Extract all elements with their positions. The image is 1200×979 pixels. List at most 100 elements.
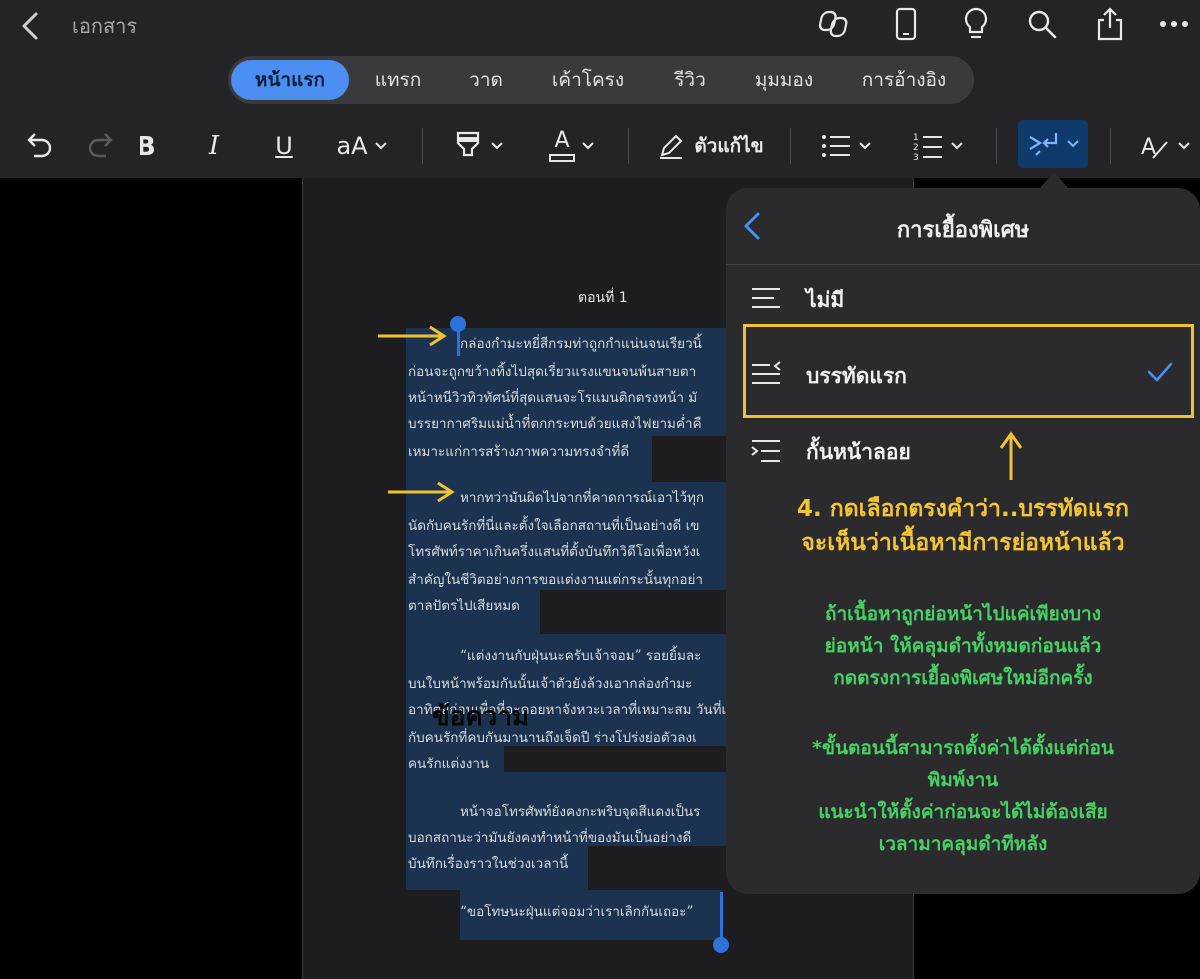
option-hanging[interactable]: กั้นหน้าลอย	[726, 420, 1200, 482]
selection-gap	[588, 846, 728, 892]
redo-icon	[88, 133, 113, 158]
redo-button[interactable]	[78, 120, 126, 172]
step-line: 4. กดเลือกตรงคำว่า..บรรทัดแรก	[797, 496, 1129, 522]
text-line[interactable]: หน้าหนีวิวทิวทัศน์ที่สุดแสนจะโรแมนติกตรง…	[408, 386, 726, 408]
phone-icon	[895, 7, 917, 41]
highlight-button[interactable]	[446, 120, 510, 172]
text-line[interactable]: บันทึกเรื่องราวในช่วงเวลานี้	[408, 852, 588, 874]
font-color-swatch	[549, 154, 575, 162]
popover-title: การเยื้องพิเศษ	[896, 218, 1030, 243]
tab-review[interactable]: รีวิว	[652, 60, 728, 100]
option-hanging-label: กั้นหน้าลอย	[806, 440, 911, 464]
chevron-down-icon	[582, 142, 594, 150]
tab-layout[interactable]: เค้าโครง	[534, 60, 642, 100]
advice-line: เวลามาคลุมดำทีหลัง	[878, 833, 1048, 855]
highlighter-icon	[456, 131, 480, 157]
search-icon	[1028, 10, 1057, 39]
tip-line: กดตรงการเยื้องพิเศษใหม่อีกครั้ง	[833, 667, 1093, 689]
hanging-indent-icon	[751, 440, 780, 462]
selection-gap	[652, 436, 728, 482]
special-indent-button[interactable]	[1018, 120, 1088, 168]
annotation-arrow-icon	[378, 325, 447, 347]
back-button[interactable]	[14, 6, 50, 46]
text-line[interactable]: นัดกับคนรักที่นี่และตั้งใจเลือกสถานที่เป…	[408, 514, 726, 536]
formatting-toolbar: B I U aA A ตัวแก้ไข 1 2 3 A	[0, 120, 1200, 176]
editor-button[interactable]: ตัวแก้ไข	[652, 120, 768, 172]
chevron-down-icon	[859, 142, 871, 150]
text-line[interactable]: ตาลปัตรไปเสียหมด	[408, 594, 538, 616]
tab-references[interactable]: การอ้างอิง	[842, 60, 966, 100]
ribbon-tabs: หน้าแรก แทรก วาด เค้าโครง รีวิว มุมมอง ก…	[228, 56, 974, 104]
font-color-icon: A	[549, 130, 575, 162]
tip-line: ย่อหน้า ให้คลุมดำทั้งหมดก่อนแล้ว	[824, 635, 1102, 657]
italic-button[interactable]: I	[194, 120, 234, 172]
text-line[interactable]: คนรักแต่งงาน	[408, 752, 504, 774]
share-icon	[1097, 7, 1123, 41]
toolbar-divider	[996, 128, 997, 164]
more-icon	[1160, 21, 1188, 27]
share-button[interactable]	[1090, 4, 1130, 44]
tab-insert[interactable]: แทรก	[356, 60, 440, 100]
indent-icon	[1029, 133, 1058, 156]
chapter-heading[interactable]: ตอนที่ 1	[578, 287, 628, 309]
styles-icon: A	[1141, 135, 1168, 160]
bullets-button[interactable]	[814, 120, 878, 172]
copilot-icon	[818, 10, 848, 38]
option-none-label: ไม่มี	[806, 288, 845, 312]
document-title[interactable]: เอกสาร	[72, 10, 137, 42]
text-line[interactable]: โทรศัพท์ราคาเกินครึ่งแสนที่ตั้งบันทึกวิด…	[408, 540, 726, 562]
chevron-down-icon	[951, 142, 963, 150]
advice-line: *ขั้นตอนนี้สามารถตั้งค่าได้ตั้งแต่ก่อน	[812, 737, 1114, 759]
text-line[interactable]: บนใบหน้าพร้อมกันนั้นเจ้าตัวยังล้วงเอากล่…	[408, 672, 726, 694]
numbering-button[interactable]: 1 2 3	[906, 120, 970, 172]
text-line[interactable]: บรรยากาศริมแม่น้ำที่ตกกระทบด้วยแสงไฟยามค…	[408, 412, 726, 434]
more-button[interactable]	[1154, 4, 1194, 44]
ideas-button[interactable]	[956, 4, 996, 44]
text-line[interactable]: หน้าจอโทรศัพท์ยังคงกะพริบจุดสีแดงเป็นร	[460, 800, 726, 822]
editor-label: ตัวแก้ไข	[694, 135, 764, 157]
tab-home[interactable]: หน้าแรก	[231, 60, 349, 100]
toolbar-divider	[790, 128, 791, 164]
mobile-view-button[interactable]	[886, 4, 926, 44]
annotation-highlight-box	[743, 324, 1194, 418]
popover-pointer	[1040, 172, 1068, 188]
chevron-down-icon	[1067, 140, 1079, 148]
styles-button[interactable]: A	[1134, 120, 1196, 172]
text-line[interactable]: สำคัญในชีวิตอย่างการขอแต่งงานแต่กระนั้นท…	[408, 568, 726, 590]
tab-view[interactable]: มุมมอง	[736, 60, 832, 100]
text-line[interactable]: กล่องกำมะหยี่สีกรมท่าถูกกำแน่นจนเรียวนิ้	[460, 332, 726, 354]
no-indent-icon	[752, 288, 780, 308]
svg-text:B: B	[140, 132, 156, 162]
font-color-button[interactable]: A	[540, 120, 604, 172]
text-line[interactable]: เหมาะแก่การสร้างภาพความทรงจำที่ดี	[408, 440, 654, 462]
text-line[interactable]: ก่อนจะถูกขว้างทิ้งไปสุดเรี่ยวแรงแขนจนพ้น…	[408, 360, 726, 382]
toolbar-divider	[628, 128, 629, 164]
selection-end-handle[interactable]	[713, 937, 729, 953]
option-none[interactable]: ไม่มี	[726, 268, 1200, 330]
toolbar-divider	[422, 128, 423, 164]
text-line[interactable]: “ขอโทษนะฝุ่นแต่จอมว่าเราเลิกกันเถอะ”	[460, 900, 722, 922]
svg-text:1: 1	[913, 133, 919, 143]
text-line[interactable]: หากทว่ามันผิดไปจากที่คาดการณ์เอาไว้ทุก	[460, 486, 726, 508]
selection-end-caret	[720, 892, 723, 938]
app-header: เอกสาร หน้าแรก แทรก วาด เค้าโครง รีวิว ม…	[0, 0, 1200, 178]
font-size-button[interactable]: aA	[330, 120, 394, 172]
undo-button[interactable]	[14, 120, 62, 172]
underline-button[interactable]: U	[264, 120, 304, 172]
advice-line: แนะนำให้ตั้งค่าก่อนจะได้ไม่ต้องเสีย	[818, 801, 1108, 823]
chevron-down-icon	[374, 142, 387, 150]
advice-line: พิมพ์งาน	[927, 769, 999, 791]
bold-button[interactable]: B	[140, 120, 162, 172]
svg-text:3: 3	[913, 153, 919, 161]
overlay-heading: ข้อความ	[432, 702, 530, 732]
text-line[interactable]: “แต่งงานกับฝุ่นนะครับเจ้าจอม” รอยยิ้มละ	[460, 644, 726, 666]
undo-icon	[27, 133, 52, 158]
selection-start-caret	[457, 326, 460, 356]
underline-icon: U	[275, 132, 293, 160]
text-line[interactable]: บอกสถานะว่ามันยังคงทำหน้าที่ของมันเป็นอย…	[408, 826, 726, 848]
search-button[interactable]	[1022, 4, 1062, 44]
annotation-up-arrow-icon	[999, 431, 1023, 480]
copilot-button[interactable]	[816, 4, 856, 44]
step-instruction: 4. กดเลือกตรงคำว่า..บรรทัดแรก จะเห็นว่าเ…	[726, 492, 1200, 560]
tab-draw[interactable]: วาด	[446, 60, 526, 100]
